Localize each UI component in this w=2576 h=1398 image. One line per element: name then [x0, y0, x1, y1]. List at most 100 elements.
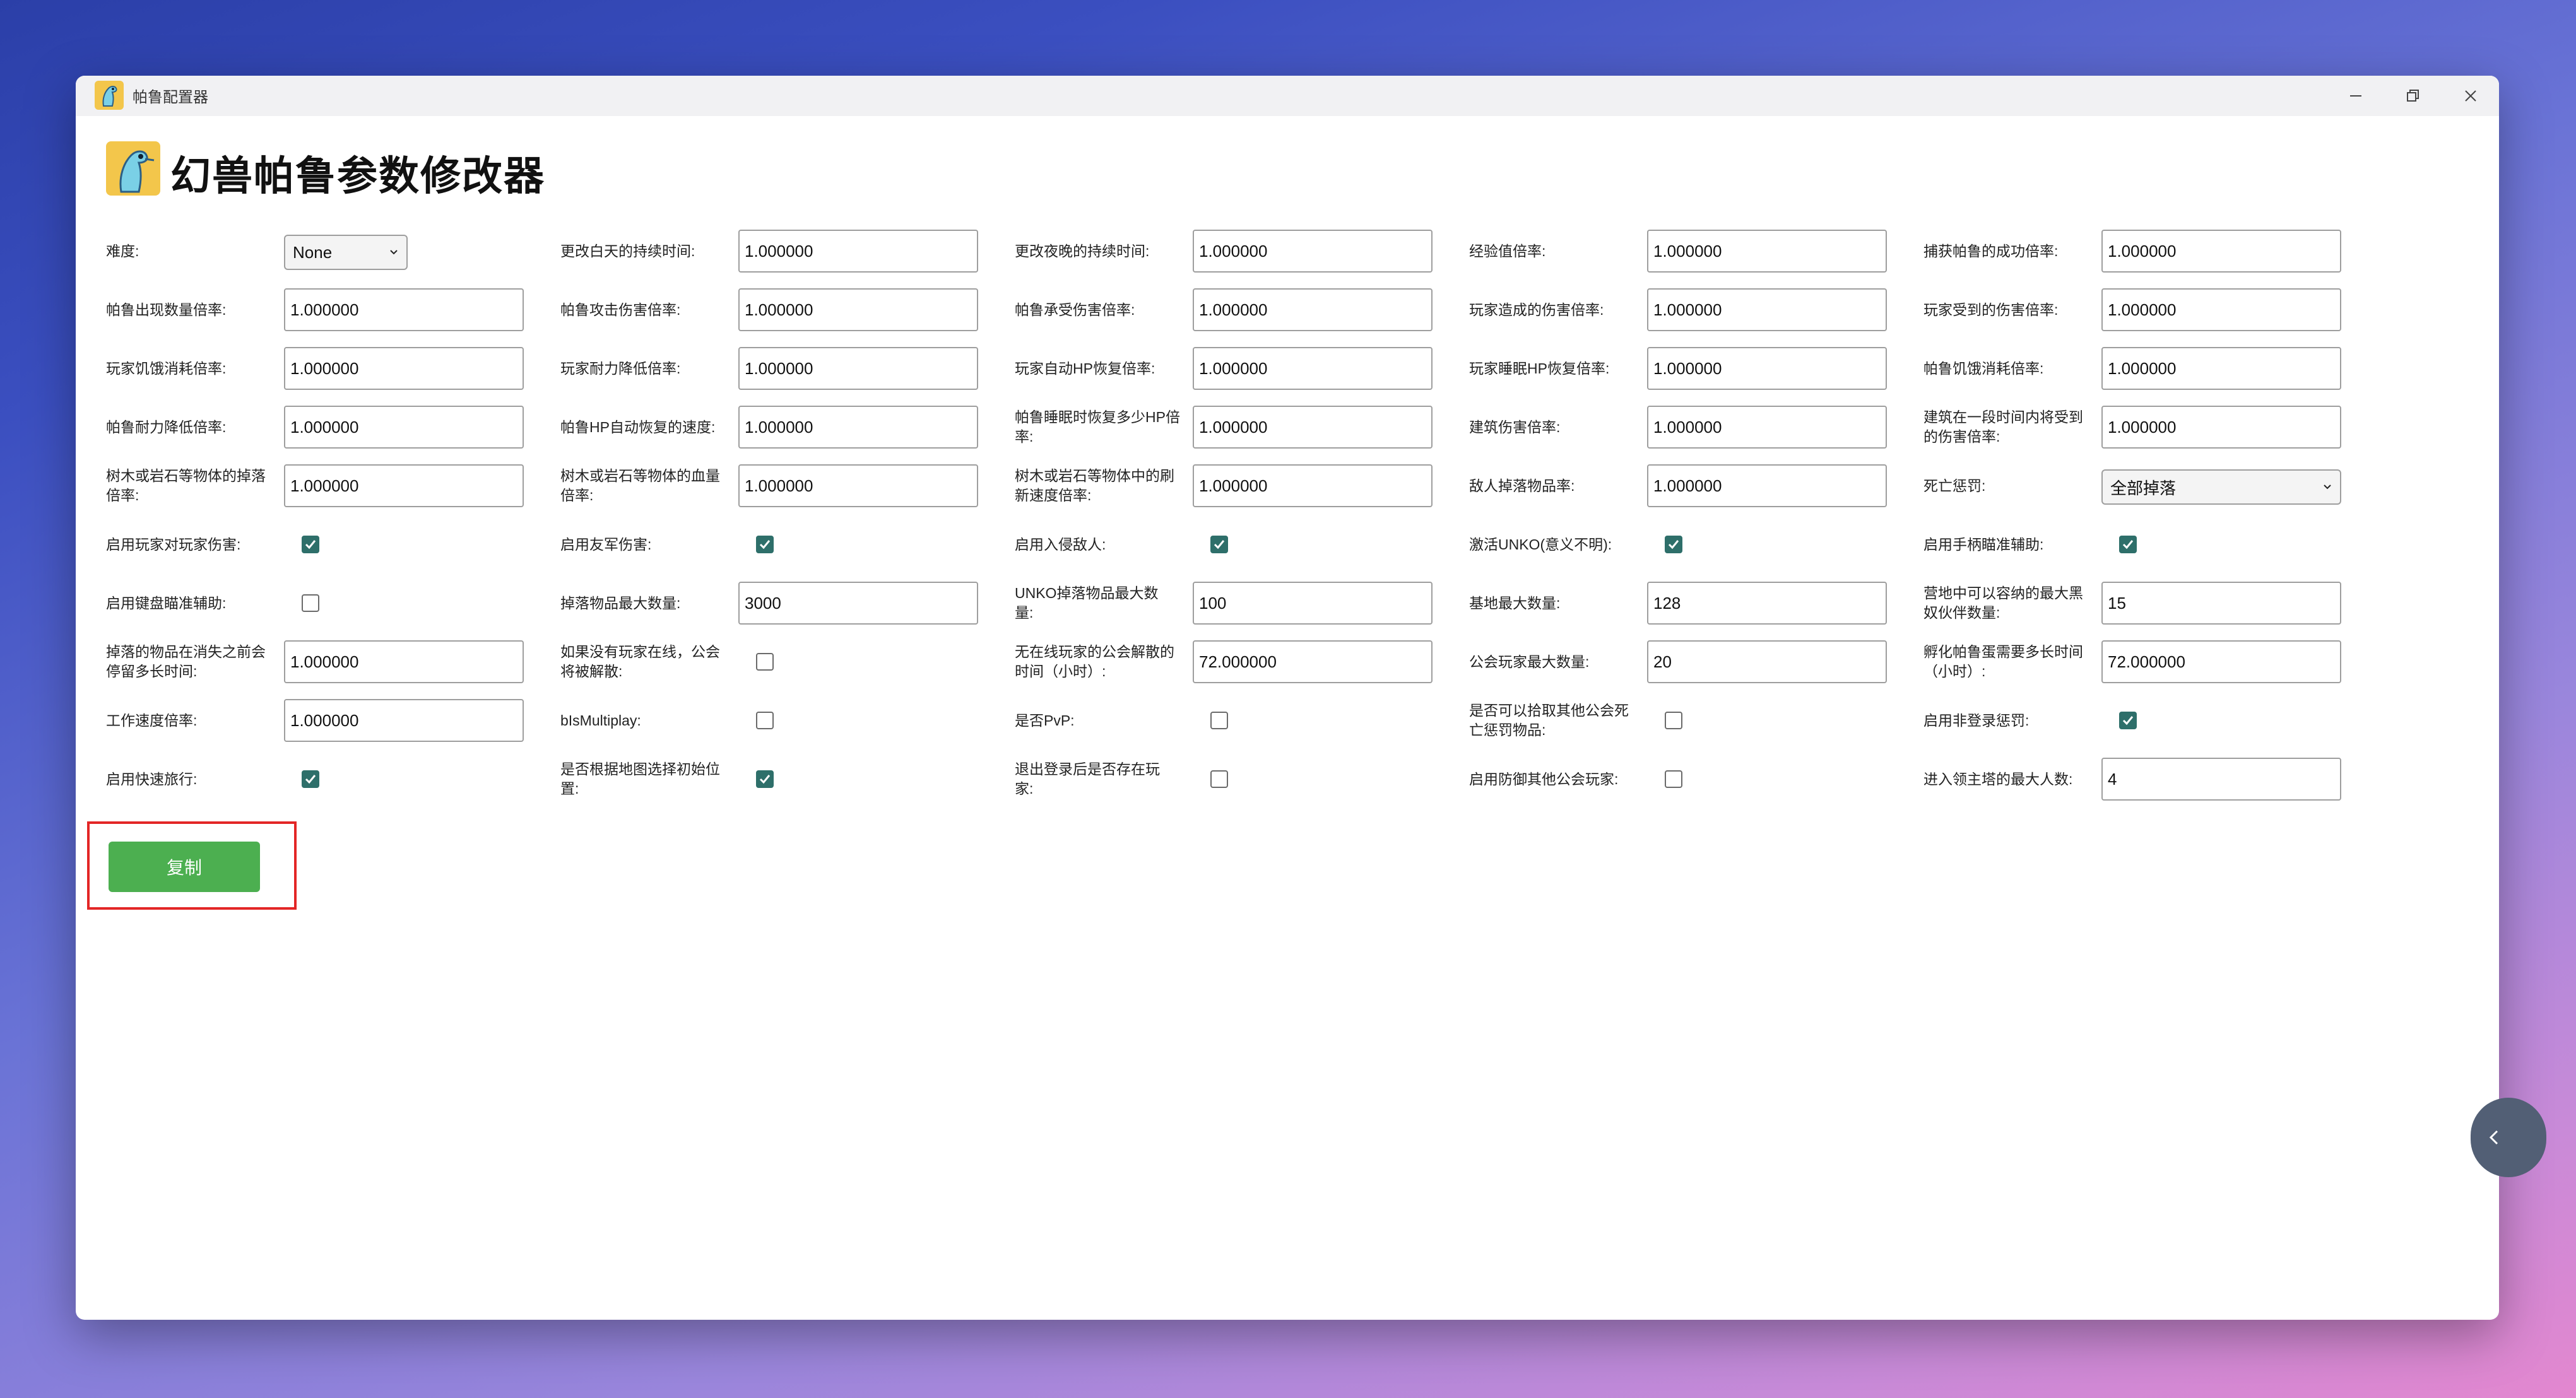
copy-button[interactable]: 复制 [109, 842, 260, 892]
setting-label-line: 更改白天的持续时间: [560, 242, 695, 259]
window-title: 帕鲁配置器 [133, 89, 208, 106]
setting-label-line: 帕鲁饥饿消耗倍率: [1923, 360, 2044, 377]
setting-label-line: 新速度倍率: [1015, 487, 1092, 503]
setting-input[interactable] [738, 406, 978, 449]
setting-field: 帕鲁饥饿消耗倍率: [1923, 339, 2378, 397]
setting-label: 树木或岩石等物体中的刷 新速度倍率: [1015, 457, 1190, 515]
setting-field: 启用防御其他公会玩家: [1469, 750, 1923, 808]
setting-label: 建筑伤害倍率: [1469, 398, 1645, 456]
setting-checkbox[interactable] [302, 536, 319, 553]
setting-label: 树木或岩石等物体的掉落 倍率: [106, 457, 281, 515]
setting-field: 捕获帕鲁的成功倍率: [1923, 222, 2378, 280]
setting-input[interactable] [284, 288, 524, 331]
setting-label-line: 玩家睡眠HP恢复倍率: [1469, 360, 1610, 377]
setting-input[interactable] [2101, 582, 2341, 625]
setting-label-line: 更改夜晚的持续时间: [1015, 242, 1150, 259]
setting-label: 启用手柄瞄准辅助: [1923, 515, 2099, 573]
setting-input[interactable] [2101, 758, 2341, 801]
restore-button[interactable] [2384, 76, 2441, 116]
setting-checkbox[interactable] [302, 594, 319, 612]
setting-field: 孵化帕鲁蛋需要多长时间 （小时）: [1923, 633, 2378, 691]
setting-input[interactable] [1193, 288, 1433, 331]
checkmark-icon [2122, 716, 2134, 725]
setting-input[interactable] [1193, 640, 1433, 683]
setting-field: 玩家造成的伤害倍率: [1469, 281, 1923, 339]
setting-input[interactable] [2101, 347, 2341, 390]
setting-input[interactable] [1647, 288, 1887, 331]
setting-label-line: 的伤害倍率: [1923, 428, 2000, 445]
setting-input[interactable] [1647, 464, 1887, 507]
setting-input[interactable] [284, 640, 524, 683]
setting-checkbox[interactable] [756, 712, 774, 729]
setting-checkbox[interactable] [756, 653, 774, 671]
setting-label-line: 难度: [106, 242, 139, 259]
checkmark-icon [759, 775, 771, 784]
setting-label: 掉落物品最大数量: [560, 574, 736, 632]
copy-button-highlight: 复制 [87, 821, 297, 910]
setting-input[interactable] [738, 288, 978, 331]
setting-input[interactable] [1647, 640, 1887, 683]
setting-field: 启用手柄瞄准辅助: [1923, 515, 2378, 573]
setting-label: 启用玩家对玩家伤害: [106, 515, 281, 573]
setting-input[interactable] [738, 230, 978, 273]
setting-field: 帕鲁耐力降低倍率: [106, 398, 560, 456]
setting-checkbox[interactable] [1210, 770, 1228, 788]
setting-input[interactable] [284, 406, 524, 449]
setting-input[interactable] [1193, 464, 1433, 507]
setting-checkbox[interactable] [302, 770, 319, 788]
setting-input[interactable] [1647, 582, 1887, 625]
setting-label-line: bIsMultiplay: [560, 712, 641, 729]
setting-checkbox[interactable] [756, 536, 774, 553]
setting-field: 难度: None [106, 222, 560, 280]
setting-input[interactable] [2101, 230, 2341, 273]
setting-field: 建筑伤害倍率: [1469, 398, 1923, 456]
setting-select[interactable]: 全部掉落 [2101, 469, 2341, 505]
setting-input[interactable] [2101, 406, 2341, 449]
select-value: None [293, 242, 333, 262]
setting-label-line: 倍率: [106, 487, 139, 503]
setting-input[interactable] [1193, 406, 1433, 449]
setting-checkbox[interactable] [2119, 712, 2137, 729]
checkmark-icon [2122, 540, 2134, 549]
app-icon [95, 81, 124, 110]
setting-input[interactable] [284, 464, 524, 507]
setting-input[interactable] [1193, 230, 1433, 273]
setting-input[interactable] [1647, 347, 1887, 390]
setting-input[interactable] [738, 464, 978, 507]
close-button[interactable] [2442, 76, 2499, 116]
setting-input[interactable] [2101, 640, 2341, 683]
setting-field: 玩家睡眠HP恢复倍率: [1469, 339, 1923, 397]
setting-input[interactable] [2101, 288, 2341, 331]
setting-checkbox[interactable] [756, 770, 774, 788]
setting-label-line: 奴伙伴数量: [1923, 604, 2000, 621]
setting-field: 无在线玩家的公会解散的 时间（小时）: [1015, 633, 1469, 691]
setting-input[interactable] [1193, 582, 1433, 625]
setting-label: 帕鲁耐力降低倍率: [106, 398, 281, 456]
setting-label: 公会玩家最大数量: [1469, 633, 1645, 691]
setting-label-line: 公会玩家最大数量: [1469, 653, 1590, 670]
setting-input[interactable] [738, 347, 978, 390]
minimize-button[interactable] [2327, 76, 2384, 116]
setting-input[interactable] [1647, 230, 1887, 273]
setting-field: 建筑在一段时间内将受到 的伤害倍率: [1923, 398, 2378, 456]
setting-input[interactable] [738, 582, 978, 625]
setting-label-line: 玩家自动HP恢复倍率: [1015, 360, 1155, 377]
setting-input[interactable] [284, 347, 524, 390]
setting-label: 树木或岩石等物体的血量 倍率: [560, 457, 736, 515]
side-panel-toggle[interactable] [2471, 1098, 2546, 1177]
setting-label-line: 启用入侵敌人: [1015, 536, 1106, 553]
setting-label: 帕鲁承受伤害倍率: [1015, 281, 1190, 339]
setting-checkbox[interactable] [1665, 712, 1682, 729]
setting-label: 建筑在一段时间内将受到 的伤害倍率: [1923, 398, 2099, 456]
setting-checkbox[interactable] [1665, 536, 1682, 553]
setting-checkbox[interactable] [1665, 770, 1682, 788]
setting-input[interactable] [1193, 347, 1433, 390]
setting-input[interactable] [284, 699, 524, 742]
setting-checkbox[interactable] [1210, 712, 1228, 729]
setting-select[interactable]: None [284, 235, 408, 270]
setting-checkbox[interactable] [1210, 536, 1228, 553]
setting-checkbox[interactable] [2119, 536, 2137, 553]
setting-label: 死亡惩罚: [1923, 457, 2099, 515]
setting-field: 帕鲁出现数量倍率: [106, 281, 560, 339]
setting-input[interactable] [1647, 406, 1887, 449]
